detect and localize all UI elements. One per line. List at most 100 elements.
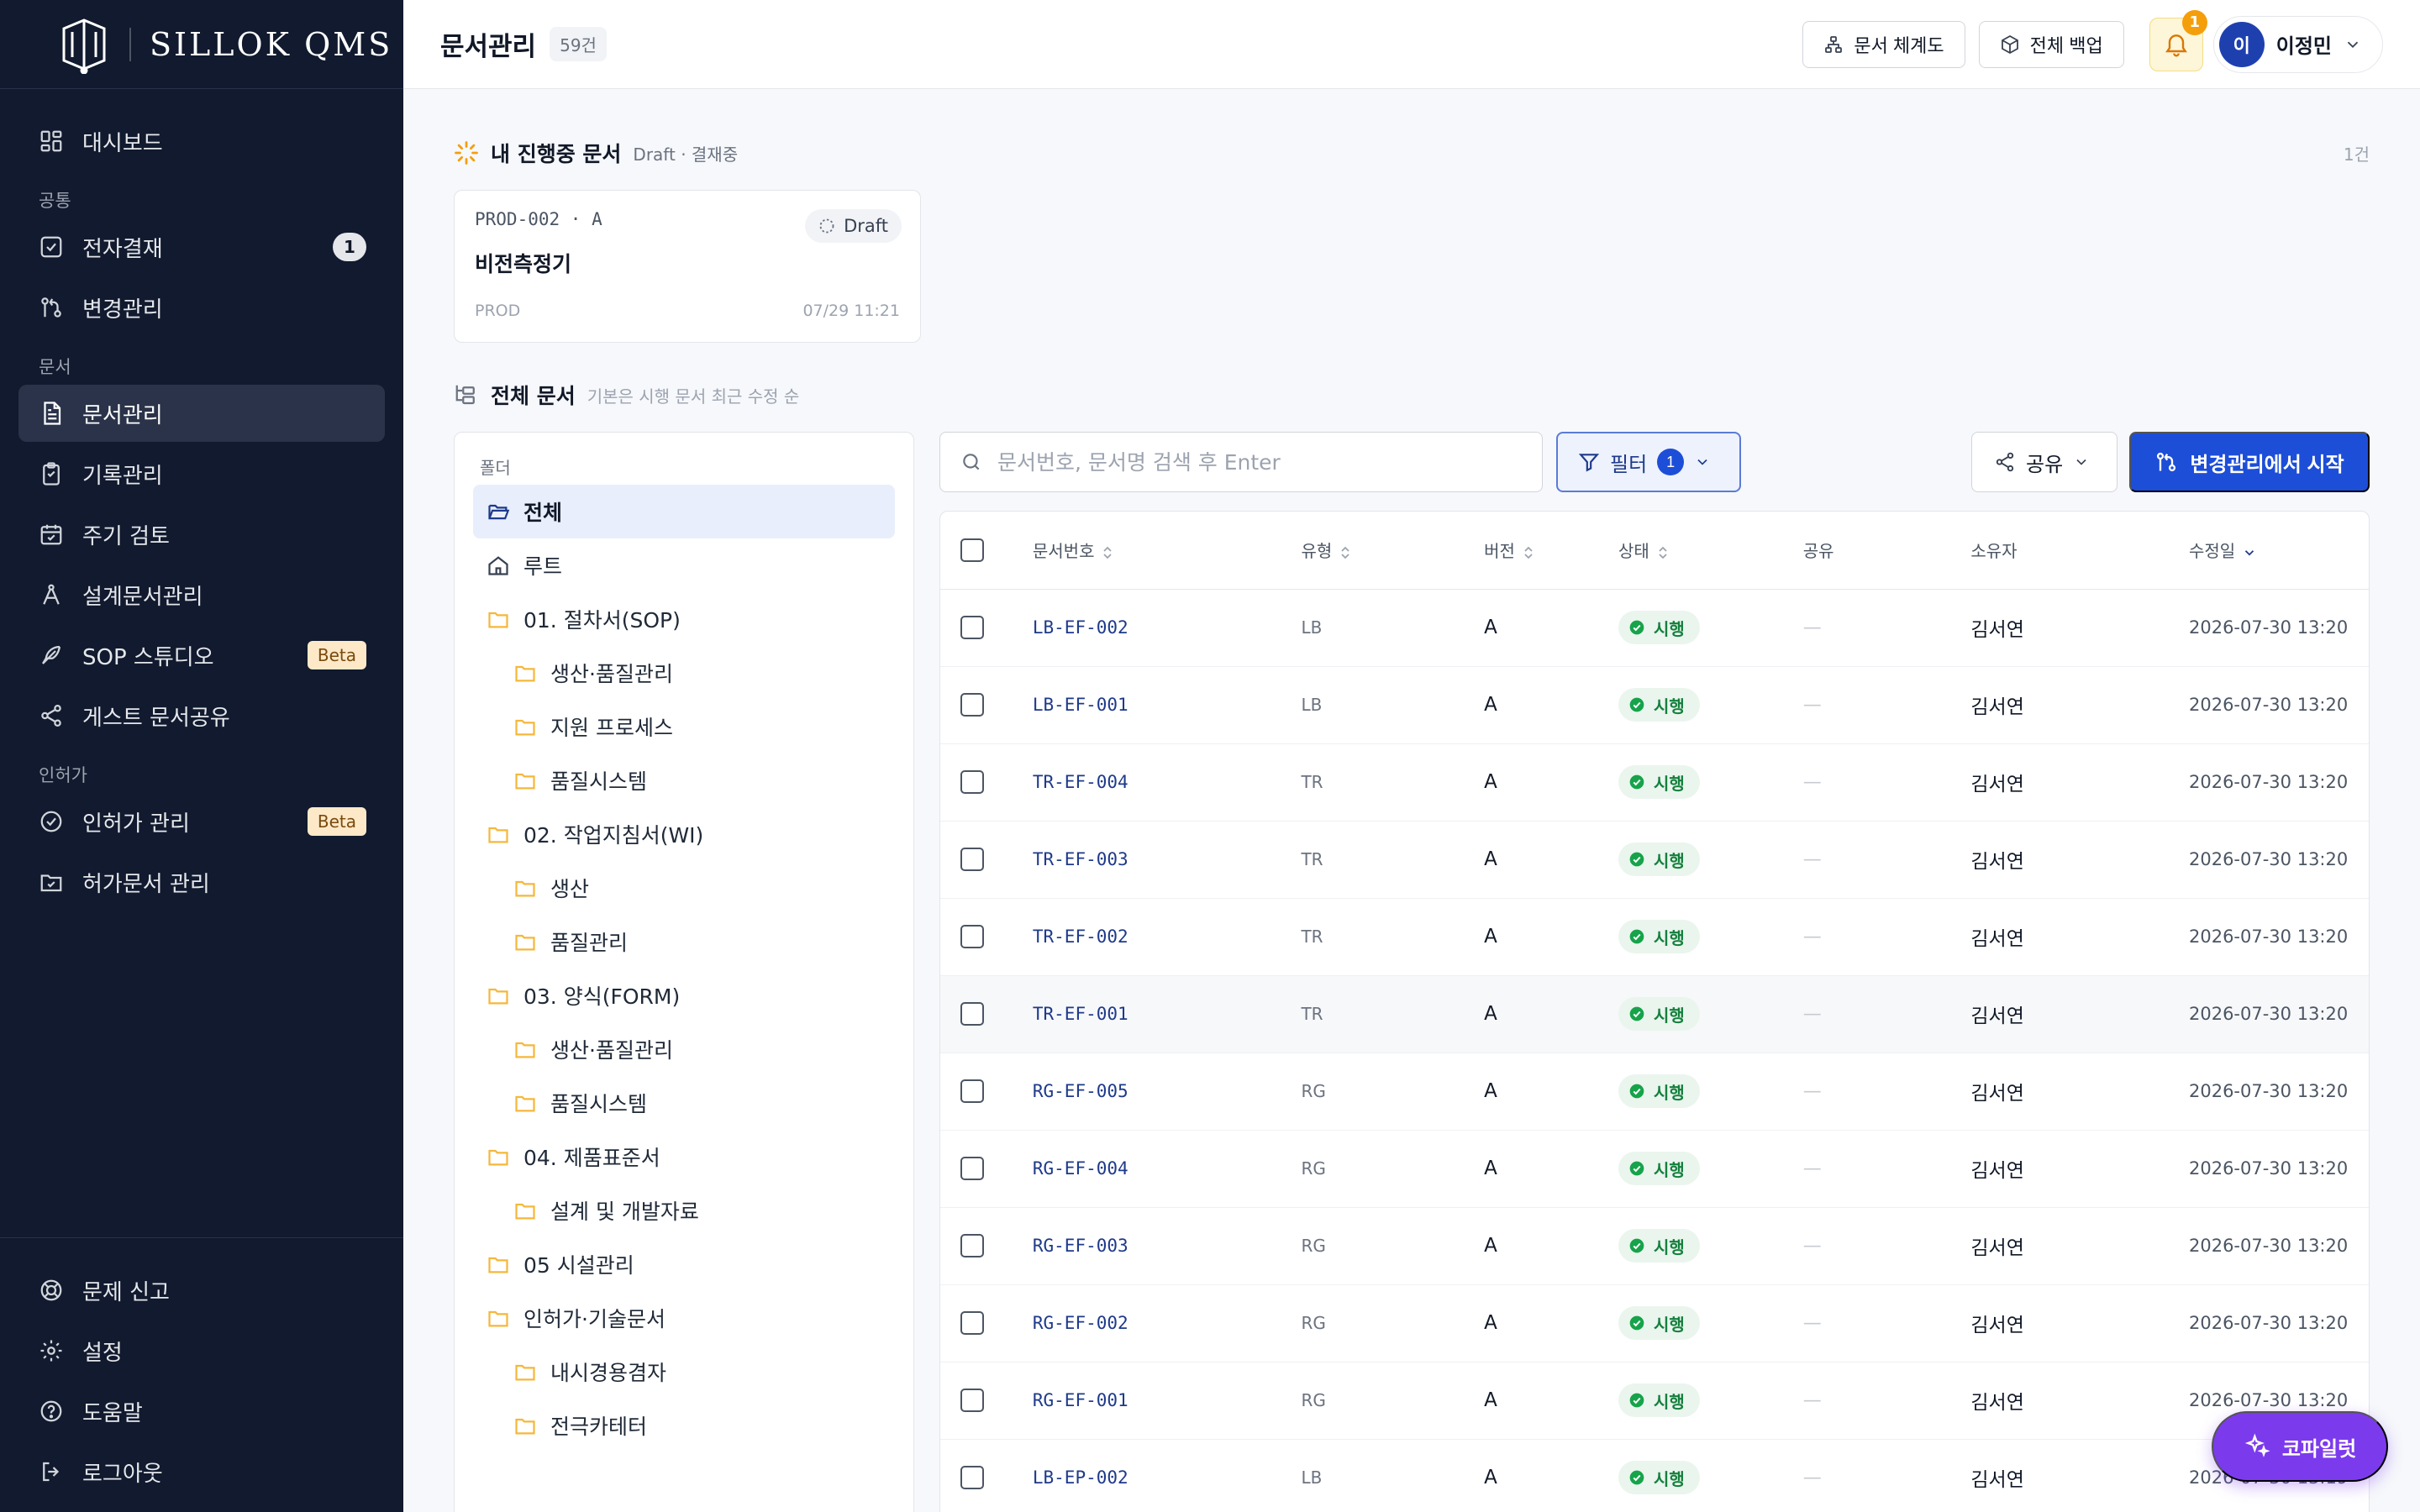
doc-number-link[interactable]: RG-EF-004 (1033, 1158, 1128, 1179)
table-row[interactable]: RG-EF-003 RG A 시행 — 김서연 2026-07-30 13:20 (940, 1207, 2369, 1285)
lifebuoy-icon (39, 1278, 64, 1303)
nav-item-approval[interactable]: 전자결재 1 (18, 218, 385, 276)
row-checkbox[interactable] (960, 693, 984, 717)
folder-item[interactable]: 설계 및 개발자료 (473, 1184, 895, 1237)
nav-item-sop-studio[interactable]: SOP 스튜디오 Beta (18, 627, 385, 684)
nav-item-help[interactable]: 도움말 (18, 1383, 385, 1440)
folder-item[interactable]: 루트 (473, 538, 895, 592)
folder-item[interactable]: 품질시스템 (473, 1076, 895, 1130)
folder-item[interactable]: 생산 (473, 861, 895, 915)
filter-button[interactable]: 필터 1 (1556, 432, 1741, 492)
folder-item[interactable]: 품질관리 (473, 915, 895, 969)
folder-item[interactable]: 생산·품질관리 (473, 646, 895, 700)
doc-number-link[interactable]: RG-EF-003 (1033, 1236, 1128, 1256)
col-header-doc-no[interactable]: 문서번호 (1032, 512, 1302, 590)
col-header-version[interactable]: 버전 (1484, 512, 1618, 590)
nav-item-periodic[interactable]: 주기 검토 (18, 506, 385, 563)
col-header-type[interactable]: 유형 (1301, 512, 1485, 590)
table-row[interactable]: RG-EF-001 RG A 시행 — 김서연 2026-07-30 13:20 (940, 1362, 2369, 1440)
table-row[interactable]: LB-EF-002 LB A 시행 — 김서연 2026-07-30 13:20 (940, 589, 2369, 667)
inprogress-doc-card[interactable]: PROD-002 · A Draft 비전측정기 PROD 07/29 11:2… (454, 190, 921, 343)
col-header-label: 버전 (1484, 541, 1515, 562)
folder-tree-icon (454, 382, 479, 407)
row-checkbox[interactable] (960, 616, 984, 639)
doc-hierarchy-button[interactable]: 문서 체계도 (1802, 20, 1965, 68)
select-all-checkbox[interactable] (960, 538, 984, 562)
folder-item[interactable]: 생산·품질관리 (473, 1022, 895, 1076)
doc-number-link[interactable]: RG-EF-005 (1033, 1081, 1128, 1101)
doc-number-link[interactable]: LB-EF-002 (1033, 617, 1128, 638)
doc-number-link[interactable]: LB-EP-002 (1033, 1467, 1128, 1488)
doc-number-link[interactable]: RG-EF-001 (1033, 1390, 1128, 1410)
check-circle-icon (1628, 928, 1645, 945)
row-checkbox[interactable] (960, 1002, 984, 1026)
share-button[interactable]: 공유 (1971, 432, 2118, 492)
doc-number-link[interactable]: TR-EF-002 (1033, 927, 1128, 947)
folder-item[interactable]: 품질시스템 (473, 753, 895, 807)
folder-item[interactable]: 05 시설관리 (473, 1237, 895, 1291)
box-icon (2000, 34, 2020, 55)
doc-number-link[interactable]: TR-EF-004 (1033, 772, 1128, 792)
nav-item-settings[interactable]: 설정 (18, 1322, 385, 1379)
folder-item[interactable]: 지원 프로세스 (473, 700, 895, 753)
folder-item[interactable]: 내시경용겸자 (473, 1345, 895, 1399)
search-box[interactable] (939, 432, 1543, 492)
filter-label: 필터 (1610, 453, 1648, 476)
row-checkbox[interactable] (960, 1389, 984, 1412)
full-backup-button[interactable]: 전체 백업 (1978, 20, 2124, 68)
table-row[interactable]: LB-EF-001 LB A 시행 — 김서연 2026-07-30 13:20 (940, 666, 2369, 744)
folder-item[interactable]: 04. 제품표준서 (473, 1130, 895, 1184)
start-from-change-button[interactable]: 변경관리에서 시작 (2129, 432, 2370, 492)
brand[interactable]: SILLOK QMS (0, 0, 403, 89)
copilot-button[interactable]: 코파일럿 (2212, 1411, 2388, 1482)
row-checkbox[interactable] (960, 925, 984, 948)
doc-number-link[interactable]: LB-EF-001 (1033, 695, 1128, 715)
row-checkbox[interactable] (960, 1234, 984, 1257)
folder-item[interactable]: 02. 작업지침서(WI) (473, 807, 895, 861)
nav-item-guest-share[interactable]: 게스트 문서공유 (18, 687, 385, 744)
folder-item[interactable]: 01. 절차서(SOP) (473, 592, 895, 646)
table-row[interactable]: RG-EF-005 RG A 시행 — 김서연 2026-07-30 13:20 (940, 1053, 2369, 1131)
row-checkbox[interactable] (960, 848, 984, 871)
row-checkbox[interactable] (960, 1466, 984, 1489)
table-row[interactable]: RG-EF-004 RG A 시행 — 김서연 2026-07-30 13:20 (940, 1130, 2369, 1208)
nav-item-license[interactable]: 인허가 관리 Beta (18, 793, 385, 850)
nav-item-logout[interactable]: 로그아웃 (18, 1443, 385, 1500)
folder-item[interactable]: 03. 양식(FORM) (473, 969, 895, 1022)
nav-item-records[interactable]: 기록관리 (18, 445, 385, 502)
nav-item-dashboard[interactable]: 대시보드 (18, 113, 385, 170)
col-header-status[interactable]: 상태 (1618, 512, 1803, 590)
folder-item[interactable]: 전극카테터 (473, 1399, 895, 1452)
table-row[interactable]: TR-EF-004 TR A 시행 — 김서연 2026-07-30 13:20 (940, 743, 2369, 822)
table-row[interactable]: RG-EF-002 RG A 시행 — 김서연 2026-07-30 13:20 (940, 1284, 2369, 1362)
doc-version: A (1484, 771, 1497, 793)
dashed-circle-icon (818, 218, 835, 234)
row-checkbox[interactable] (960, 770, 984, 794)
user-menu[interactable]: 이 이정민 (2212, 15, 2383, 73)
row-checkbox[interactable] (960, 1079, 984, 1103)
col-header-modified[interactable]: 수정일 (2188, 512, 2369, 590)
share-value: — (1802, 848, 1822, 870)
nav-item-design[interactable]: 설계문서관리 (18, 566, 385, 623)
table-row[interactable]: LB-EP-002LBA시행—김서연2026-07-30 13:19 (940, 1439, 2369, 1512)
doc-version: A (1484, 694, 1497, 716)
doc-version: A (1484, 1389, 1497, 1411)
table-row[interactable]: TR-EF-003 TR A 시행 — 김서연 2026-07-30 13:20 (940, 821, 2369, 899)
nav-item-report[interactable]: 문제 신고 (18, 1262, 385, 1319)
doc-number-link[interactable]: TR-EF-003 (1033, 849, 1128, 869)
filter-icon (1578, 451, 1600, 473)
search-input[interactable] (997, 449, 1518, 475)
nav-item-doc-mgmt[interactable]: 문서관리 (18, 385, 385, 442)
folder-item[interactable]: 인허가·기술문서 (473, 1291, 895, 1345)
row-checkbox[interactable] (960, 1157, 984, 1180)
folder-label: 03. 양식(FORM) (523, 984, 681, 1009)
table-row[interactable]: TR-EF-002 TR A 시행 — 김서연 2026-07-30 13:20 (940, 898, 2369, 976)
nav-item-permit-docs[interactable]: 허가문서 관리 (18, 853, 385, 911)
table-row[interactable]: TR-EF-001 TR A 시행 — 김서연 2026-07-30 13:20 (940, 975, 2369, 1053)
nav-item-change[interactable]: 변경관리 (18, 279, 385, 336)
doc-number-link[interactable]: RG-EF-002 (1033, 1313, 1128, 1333)
row-checkbox[interactable] (960, 1311, 984, 1335)
doc-number-link[interactable]: TR-EF-001 (1033, 1004, 1128, 1024)
folder-item[interactable]: 전체 (473, 485, 895, 538)
notification-button[interactable]: 1 (2149, 9, 2207, 71)
